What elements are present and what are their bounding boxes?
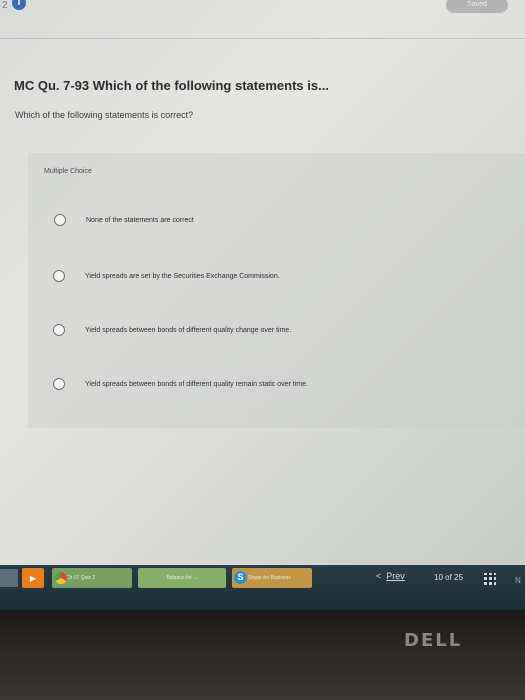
start-button[interactable] (0, 569, 18, 587)
question-type-label: Multiple Choice (44, 168, 92, 175)
dell-logo: DELL (404, 630, 463, 651)
current-page: 10 (434, 573, 443, 582)
info-icon[interactable]: i (12, 0, 26, 10)
question-title: MC Qu. 7-93 Which of the following state… (14, 78, 329, 93)
taskbar-balance-label: Balance for ... (166, 575, 198, 581)
skype-icon: S (234, 571, 247, 584)
answer-option-3[interactable]: Yield spreads between bonds of different… (53, 320, 291, 340)
total-pages: 25 (454, 573, 463, 582)
radio-button[interactable] (54, 214, 66, 226)
top-bar: 2 i Saved (0, 0, 525, 16)
grid-icon[interactable] (484, 573, 496, 585)
media-player-icon[interactable]: ▶ (22, 568, 44, 588)
next-button[interactable]: N (515, 576, 521, 585)
browser-viewport: 2 i Saved MC Qu. 7-93 Which of the follo… (0, 0, 525, 565)
radio-button[interactable] (53, 270, 65, 282)
question-prompt: Which of the following statements is cor… (15, 110, 194, 120)
taskbar-skype-window[interactable]: S Skype for Business (232, 568, 312, 588)
taskbar: ▶ Ch 07 Quiz 2 Balance for ... S Skype f… (0, 565, 525, 610)
answer-option-label: Yield spreads are set by the Securities … (85, 272, 280, 280)
page-of-label: of (445, 573, 452, 582)
answer-option-label: Yield spreads between bonds of different… (85, 326, 292, 334)
answer-option-label: None of the statements are correct (86, 216, 194, 224)
taskbar-balance-window[interactable]: Balance for ... (138, 568, 226, 588)
taskbar-skype-label: Skype for Business (248, 575, 291, 581)
taskbar-chrome-window[interactable]: Ch 07 Quiz 2 (52, 568, 132, 588)
prev-label: Prev (386, 571, 405, 581)
radio-button[interactable] (53, 324, 65, 336)
saved-status-button[interactable]: Saved (446, 0, 508, 13)
chrome-icon (55, 572, 67, 584)
answer-option-label: Yield spreads between bonds of different… (85, 380, 308, 388)
radio-button[interactable] (53, 378, 65, 390)
chevron-left-icon: < (376, 571, 382, 581)
answer-option-2[interactable]: Yield spreads are set by the Securities … (53, 266, 280, 286)
taskbar-chrome-label: Ch 07 Quiz 2 (66, 575, 96, 581)
page-indicator: 10 of 25 (434, 573, 463, 582)
monitor-bezel (0, 610, 525, 700)
answer-option-4[interactable]: Yield spreads between bonds of different… (53, 374, 308, 394)
prev-button[interactable]: < Prev (376, 571, 405, 581)
header-divider (0, 38, 525, 39)
answer-option-1[interactable]: None of the statements are correct (54, 210, 194, 230)
top-left-count: 2 (2, 0, 8, 11)
